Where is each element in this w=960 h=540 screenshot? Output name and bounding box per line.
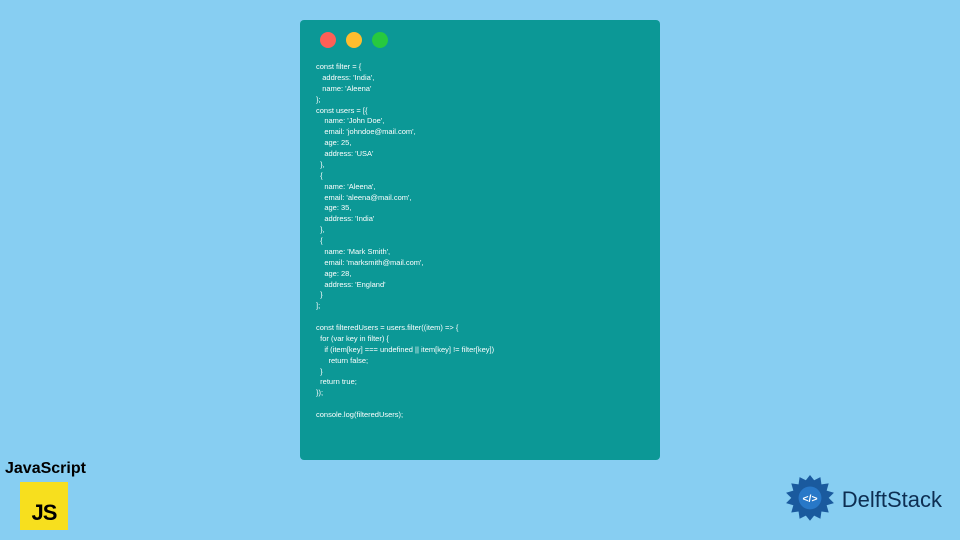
- code-window: const filter = { address: 'India', name:…: [300, 20, 660, 460]
- window-controls: [316, 32, 644, 48]
- code-snippet: const filter = { address: 'India', name:…: [316, 62, 644, 421]
- delftstack-text: DelftStack: [842, 487, 942, 513]
- svg-text:</>: </>: [802, 494, 817, 505]
- javascript-logo-icon: JS: [20, 482, 68, 530]
- delftstack-brand: </> DelftStack: [784, 474, 942, 526]
- close-icon: [320, 32, 336, 48]
- delftstack-logo-icon: </>: [784, 474, 836, 526]
- maximize-icon: [372, 32, 388, 48]
- javascript-label: JavaScript: [5, 460, 86, 478]
- javascript-logo-text: JS: [32, 500, 57, 526]
- minimize-icon: [346, 32, 362, 48]
